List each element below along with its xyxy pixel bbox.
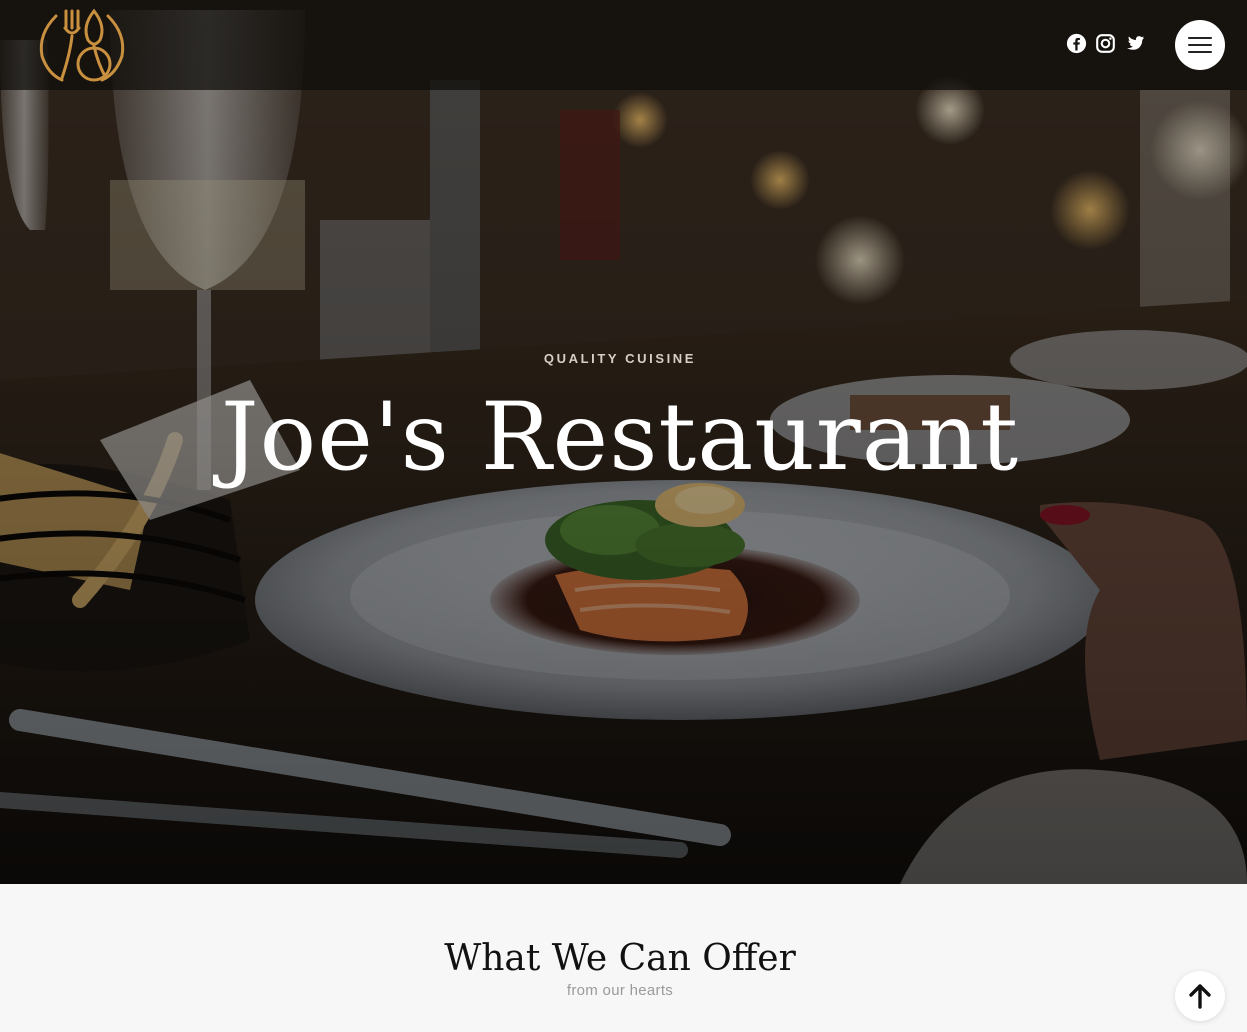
page: QUALITY CUISINE Joe's Restaurant What We…: [0, 0, 1247, 1032]
social-links: [1066, 33, 1145, 54]
hero-title: Joe's Restaurant: [220, 383, 1020, 492]
hamburger-menu-icon-bar: [1188, 37, 1212, 39]
scroll-to-top-button[interactable]: [1175, 971, 1225, 1021]
hamburger-menu-button[interactable]: [1175, 20, 1225, 70]
fork-spoon-logo-icon[interactable]: [36, 6, 128, 82]
arrow-up-icon: [1189, 984, 1211, 1009]
site-header: [0, 0, 1247, 90]
twitter-icon[interactable]: [1124, 33, 1145, 54]
hamburger-menu-icon-bar: [1188, 51, 1212, 53]
offer-section: What We Can Offer from our hearts: [0, 884, 1247, 1032]
hamburger-menu-icon-bar: [1188, 44, 1212, 46]
hero-section: QUALITY CUISINE Joe's Restaurant: [0, 0, 1247, 884]
instagram-icon[interactable]: [1095, 33, 1116, 54]
facebook-icon[interactable]: [1066, 33, 1087, 54]
hero-eyebrow: QUALITY CUISINE: [543, 351, 697, 366]
offer-title: What We Can Offer: [444, 938, 796, 979]
offer-subtitle: from our hearts: [566, 982, 674, 999]
